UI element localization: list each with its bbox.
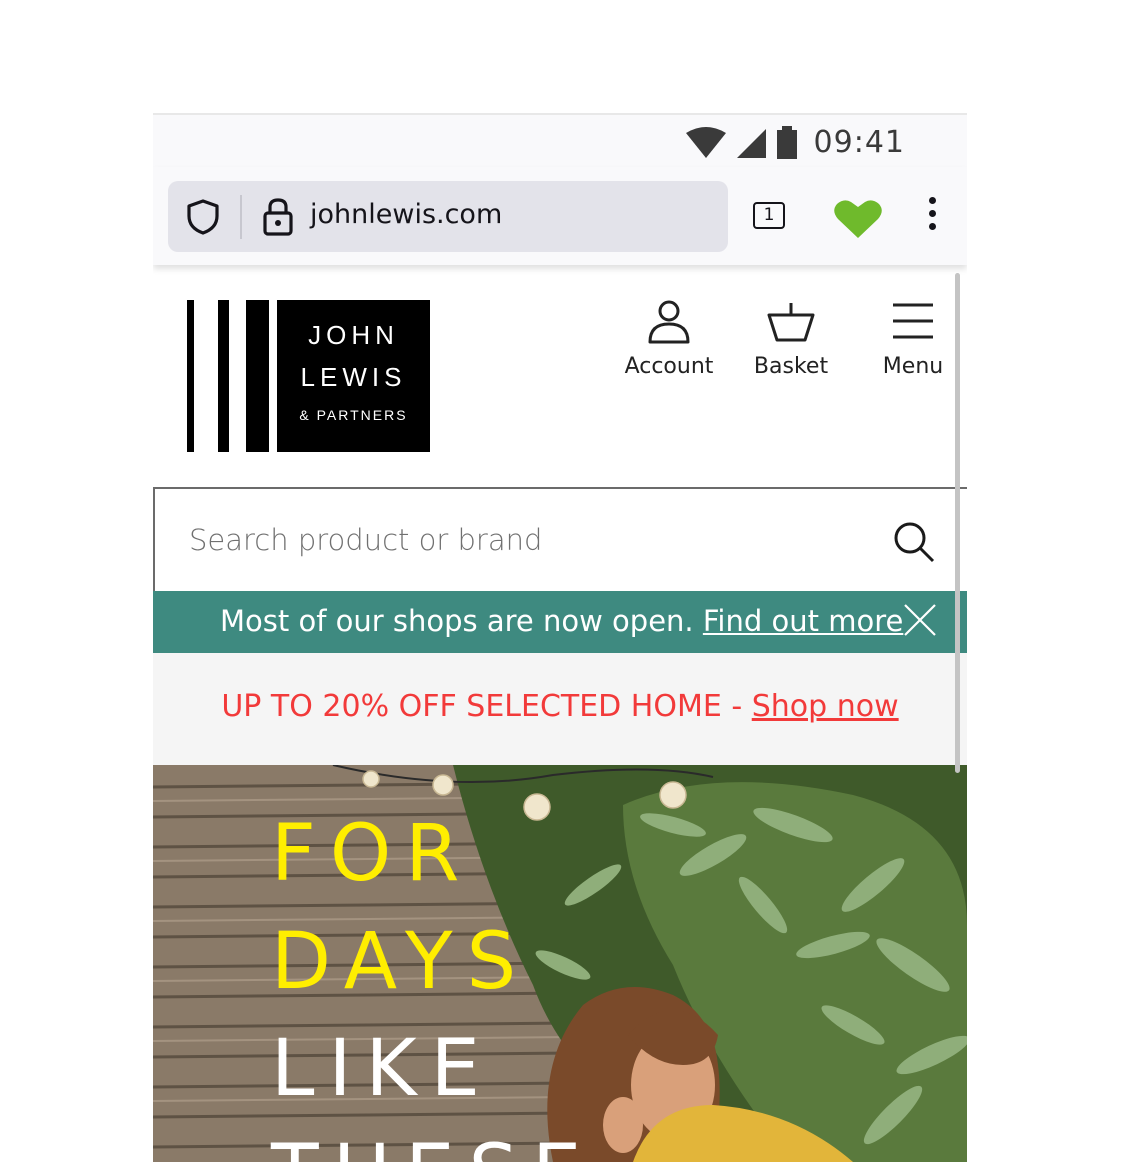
hero-line-1: FOR xyxy=(271,809,474,899)
logo-line-partners: & PARTNERS xyxy=(299,407,408,423)
basket-icon xyxy=(767,303,815,342)
browser-toolbar: johnlewis.com 1 xyxy=(153,167,967,265)
hero-banner[interactable]: FOR DAYS LIKE THESE xyxy=(153,765,967,1162)
hero-line-2: DAYS xyxy=(271,917,531,1007)
close-icon[interactable] xyxy=(903,603,937,637)
account-button[interactable]: Account xyxy=(614,300,724,379)
shield-icon[interactable] xyxy=(186,198,220,236)
hero-line-3: LIKE xyxy=(271,1024,494,1114)
account-label: Account xyxy=(624,354,714,379)
lock-icon[interactable] xyxy=(262,197,294,237)
web-page: JOHN LEWIS & PARTNERS Account Basket Men… xyxy=(153,265,967,1162)
find-out-more-link[interactable]: Find out more xyxy=(703,604,903,638)
battery-icon xyxy=(776,125,797,159)
basket-label: Basket xyxy=(753,354,829,379)
john-lewis-logo[interactable]: JOHN LEWIS & PARTNERS xyxy=(187,300,430,452)
menu-button[interactable]: Menu xyxy=(858,300,967,379)
logo-line-lewis: LEWIS xyxy=(300,362,407,392)
kebab-menu-icon[interactable] xyxy=(929,197,937,236)
wifi-icon xyxy=(685,126,726,158)
notice-text: Most of our shops are now open. xyxy=(220,604,694,638)
logo-line-john: JOHN xyxy=(308,320,399,350)
heart-icon[interactable] xyxy=(833,199,883,239)
promo-banner: UP TO 20% OFF SELECTED HOME - Shop now xyxy=(153,653,967,765)
search-input[interactable]: Search product or brand xyxy=(153,487,967,593)
url-text[interactable]: johnlewis.com xyxy=(310,199,502,230)
shop-now-link[interactable]: Shop now xyxy=(752,689,899,724)
account-icon xyxy=(648,300,690,344)
menu-label: Menu xyxy=(882,354,944,379)
promo-text: UP TO 20% OFF SELECTED HOME - xyxy=(221,689,752,724)
tabs-icon[interactable]: 1 xyxy=(753,202,785,229)
status-bar: 09:41 xyxy=(153,115,967,167)
hamburger-menu-icon xyxy=(893,303,933,339)
address-bar[interactable]: johnlewis.com xyxy=(168,181,728,252)
status-time: 09:41 xyxy=(813,125,905,160)
address-bar-divider xyxy=(240,195,242,239)
cell-signal-icon xyxy=(736,128,766,158)
basket-button[interactable]: Basket xyxy=(736,300,846,379)
hero-line-4: THESE xyxy=(271,1135,595,1162)
search-placeholder[interactable]: Search product or brand xyxy=(189,523,542,557)
page-scrollbar[interactable] xyxy=(955,273,960,773)
shops-open-banner: Most of our shops are now open. Find out… xyxy=(153,591,967,653)
phone-screen: 09:41 johnlewis.com 1 JOHN LEWIS & PARTN… xyxy=(153,113,967,1162)
search-icon[interactable] xyxy=(893,521,935,563)
